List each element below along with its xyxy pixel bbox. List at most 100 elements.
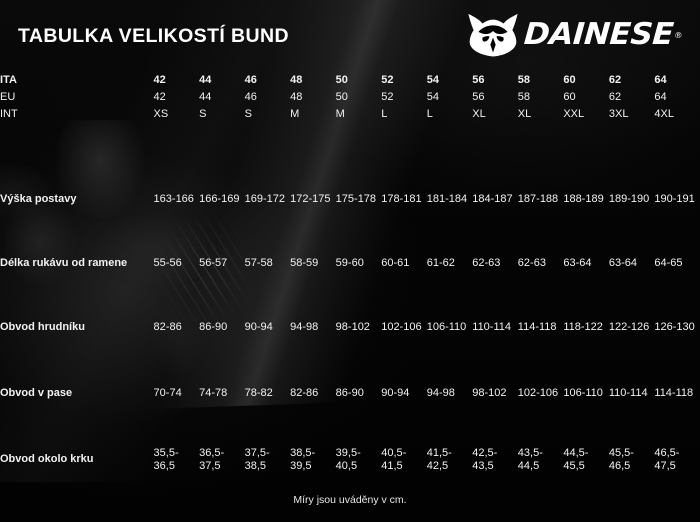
size-cell: 52 xyxy=(381,73,394,86)
measurement-cell: 114-118 xyxy=(654,387,694,400)
measurement-cell: 46,5-47,5 xyxy=(654,446,680,473)
size-cell: XL xyxy=(472,107,486,120)
measurement-cell: 122-126 xyxy=(608,321,650,334)
size-cell: 54 xyxy=(426,90,439,103)
measurement-row: Obvod v pase 70-74 74-78 78-82 82-86 86-90 90-… xyxy=(0,361,700,427)
size-cell: 60 xyxy=(563,73,576,86)
page-title: TABULKA VELIKOSTÍ BUND xyxy=(18,25,289,47)
size-cell: 64 xyxy=(654,73,667,86)
measurement-cell: 40,5-41,5 xyxy=(381,446,407,473)
measurement-cell: 184-187 xyxy=(472,193,513,206)
size-cell: 42 xyxy=(153,73,166,86)
size-cell: 58 xyxy=(517,90,531,103)
size-cell: XS xyxy=(153,107,169,120)
measurement-cell: 58-59 xyxy=(290,257,319,270)
measurement-cell: 118-122 xyxy=(563,321,603,334)
size-cell: 54 xyxy=(426,73,439,86)
table-spacer-row xyxy=(0,123,700,167)
size-cell: 42 xyxy=(153,90,166,103)
measurement-cell: 64-65 xyxy=(654,257,683,270)
measurement-cell: 61-62 xyxy=(426,257,455,270)
measurement-cell: 181-184 xyxy=(426,193,468,206)
size-cell: 62 xyxy=(608,73,622,86)
row-label: Výška postavy xyxy=(0,193,77,206)
measurement-cell: 74-78 xyxy=(199,387,228,400)
size-cell: 48 xyxy=(290,90,303,103)
measurement-cell: 59-60 xyxy=(335,257,364,270)
measurement-cell: 38,5-39,5 xyxy=(290,446,316,473)
measurement-cell: 39,5-40,5 xyxy=(335,446,361,473)
size-cell: 60 xyxy=(563,90,576,103)
size-cell: XXL xyxy=(563,107,585,120)
measurement-cell: 62-63 xyxy=(472,257,501,270)
measurement-cell: 82-86 xyxy=(290,387,319,400)
brand-wordmark: DAINESE® xyxy=(523,17,683,52)
measurement-cell: 163-166 xyxy=(153,193,194,206)
size-cell: M xyxy=(290,107,300,120)
measurement-cell: 78-82 xyxy=(244,387,273,400)
measurement-cell: 56-57 xyxy=(199,257,228,270)
row-label: INT xyxy=(0,107,18,120)
measurement-cell: 126-130 xyxy=(654,321,695,334)
measurement-cell: 41,5-42,5 xyxy=(426,446,452,473)
row-label: Obvod v pase xyxy=(0,387,73,400)
measurement-cell: 102-106 xyxy=(381,321,422,334)
measurement-cell: 94-98 xyxy=(290,321,319,334)
measurement-cell: 86-90 xyxy=(335,387,364,400)
measurement-cell: 178-181 xyxy=(381,193,422,206)
measurement-cell: 90-94 xyxy=(244,321,273,334)
size-header-row-ita: ITA 42 44 46 48 50 52 54 56 58 60 62 64 xyxy=(0,72,700,89)
measurement-row: Obvod okolo krku 35,5-36,5 36,5-37,5 37,5-3… xyxy=(0,427,700,493)
size-cell: 44 xyxy=(199,90,212,103)
size-cell: 48 xyxy=(290,73,303,86)
measurement-cell: 63-64 xyxy=(608,257,637,270)
measurement-cell: 110-114 xyxy=(472,321,512,334)
measurement-cell: 57-58 xyxy=(244,257,273,270)
size-cell: 3XL xyxy=(608,107,629,120)
size-header-row-eu: EU 42 44 46 48 50 52 54 56 58 60 62 64 xyxy=(0,89,700,106)
size-cell: 44 xyxy=(199,73,212,86)
size-header-row-int: INT XS S S M M L L XL XL XXL 3XL 4XL xyxy=(0,106,700,123)
size-cell: M xyxy=(335,107,345,120)
measurement-cell: 169-172 xyxy=(244,193,285,206)
row-label: ITA xyxy=(0,73,17,86)
size-cell: 62 xyxy=(608,90,622,103)
size-cell: L xyxy=(426,107,433,120)
measurement-cell: 90-94 xyxy=(381,387,410,400)
size-cell: S xyxy=(199,107,207,120)
measurement-cell: 188-189 xyxy=(563,193,604,206)
size-cell: 46 xyxy=(244,90,257,103)
measurement-unit-note: Míry jsou uváděny v cm. xyxy=(293,494,407,506)
measurement-cell: 35,5-36,5 xyxy=(153,446,179,473)
measurement-cell: 37,5-38,5 xyxy=(244,446,270,473)
measurement-cell: 106-110 xyxy=(563,387,603,400)
brand-logo: DAINESE® xyxy=(466,13,682,57)
dainese-devil-logo-icon xyxy=(466,13,520,57)
size-cell: S xyxy=(244,107,252,120)
measurement-cell: 98-102 xyxy=(335,321,370,334)
measurement-cell: 94-98 xyxy=(426,387,455,400)
measurement-cell: 60-61 xyxy=(381,257,410,270)
measurement-cell: 55-56 xyxy=(153,257,182,270)
measurement-cell: 42,5-43,5 xyxy=(472,446,498,473)
measurement-cell: 63-64 xyxy=(563,257,592,270)
size-chart-page: TABULKA VELIKOSTÍ BUND DAINESE® ITA 42 44 4… xyxy=(0,0,700,522)
size-cell: L xyxy=(381,107,388,120)
measurement-cell: 98-102 xyxy=(472,387,507,400)
size-cell: 64 xyxy=(654,90,667,103)
measurement-cell: 175-178 xyxy=(335,193,377,206)
measurement-cell: 44,5-45,5 xyxy=(563,446,589,473)
measurement-cell: 36,5-37,5 xyxy=(199,446,225,473)
measurement-cell: 110-114 xyxy=(608,387,648,400)
measurement-cell: 106-110 xyxy=(426,321,467,334)
row-label: Obvod hrudníku xyxy=(0,321,85,334)
measurement-cell: 86-90 xyxy=(199,321,228,334)
measurement-row: Délka rukávu od ramene 55-56 56-57 57-58 58-… xyxy=(0,233,700,295)
measurement-row: Výška postavy 163-166 166-169 169-172 172-17… xyxy=(0,167,700,233)
measurement-cell: 190-191 xyxy=(654,193,695,206)
size-cell: 4XL xyxy=(654,107,674,120)
measurement-cell: 166-169 xyxy=(199,193,240,206)
row-label: EU xyxy=(0,90,16,103)
size-cell: 46 xyxy=(244,73,257,86)
measurement-cell: 82-86 xyxy=(153,321,182,334)
